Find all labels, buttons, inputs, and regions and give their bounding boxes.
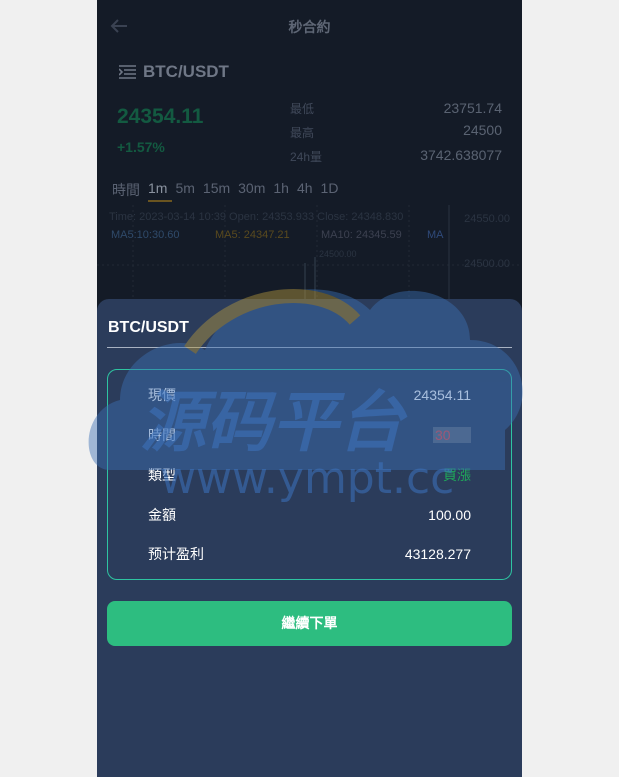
- divider: [107, 347, 512, 348]
- row-amount: 金額 100.00: [148, 505, 471, 525]
- sheet-title: BTC/USDT: [108, 319, 189, 336]
- row-label: 時間: [148, 427, 176, 443]
- row-value: 24354.11: [413, 387, 471, 403]
- kline-chart[interactable]: Time: 2023-03-14 10:39 Open: 24353.933 C…: [97, 205, 522, 305]
- tab-15m[interactable]: 15m: [203, 180, 230, 200]
- tab-1m[interactable]: 1m: [148, 180, 167, 200]
- tab-30m[interactable]: 30m: [238, 180, 265, 200]
- stat-value-low: 23751.74: [443, 100, 502, 116]
- kline-ma-mid: MA5: 24347.21: [215, 229, 290, 241]
- kline-low-label: 24500.00: [319, 249, 357, 259]
- row-value: 43128.277: [404, 546, 471, 562]
- stat-value-volume: 3742.638077: [420, 147, 502, 163]
- stat-value-high: 24500: [463, 122, 502, 138]
- menu-list-icon: [119, 65, 136, 79]
- current-price: 24354.11: [117, 105, 204, 128]
- period-tabs: 時間 1m 5m 15m 30m 1h 4h 1D: [112, 180, 338, 200]
- kline-ma10: MA10: 24345.59: [321, 229, 402, 241]
- row-type: 類型 買漲: [148, 465, 471, 485]
- row-label: 预计盈利: [148, 546, 204, 562]
- tab-5m[interactable]: 5m: [175, 180, 194, 200]
- top-bar: 秒合約: [97, 0, 522, 52]
- row-value: 買漲: [443, 467, 471, 483]
- row-expected-profit: 预计盈利 43128.277: [148, 544, 471, 564]
- order-details-card: 現價 24354.11 時間 30 類型 買漲 金額 100.00 预计盈利 4…: [107, 369, 512, 580]
- phone-screen: 秒合約 BTC/USDT 24354.11 +1.57% 最低 23751.74…: [97, 0, 522, 777]
- continue-order-button[interactable]: 繼續下單: [107, 601, 512, 646]
- pair-selector[interactable]: BTC/USDT: [119, 62, 229, 82]
- tab-time[interactable]: 時間: [112, 180, 140, 200]
- price-change: +1.57%: [117, 139, 165, 155]
- stat-label-low: 最低: [290, 102, 315, 116]
- row-label: 金額: [148, 507, 176, 523]
- kline-axis-mid: 24500.00: [464, 258, 510, 270]
- kline-ohlc-info: Time: 2023-03-14 10:39 Open: 24353.933 C…: [109, 211, 404, 223]
- kline-ma5: MA5:10:30.60: [111, 229, 180, 241]
- tab-1h[interactable]: 1h: [273, 180, 289, 200]
- page-title: 秒合約: [288, 19, 331, 35]
- row-label: 類型: [148, 467, 176, 483]
- row-time: 時間 30: [148, 425, 471, 445]
- pair-name: BTC/USDT: [143, 62, 229, 81]
- kline-axis-top: 24550.00: [464, 213, 510, 225]
- order-confirm-sheet: BTC/USDT 現價 24354.11 時間 30 類型 買漲 金額 100.…: [97, 299, 522, 777]
- row-value: 30: [433, 427, 471, 443]
- row-value: 100.00: [428, 507, 471, 523]
- kline-ma30: MA: [427, 229, 444, 241]
- stat-label-high: 最高: [290, 126, 315, 140]
- active-tab-indicator: [148, 200, 172, 202]
- tab-4h[interactable]: 4h: [297, 180, 313, 200]
- stat-label-volume: 24h量: [290, 150, 323, 164]
- row-current-price: 現價 24354.11: [148, 385, 471, 405]
- row-label: 現價: [148, 387, 176, 403]
- tab-1d[interactable]: 1D: [321, 180, 339, 200]
